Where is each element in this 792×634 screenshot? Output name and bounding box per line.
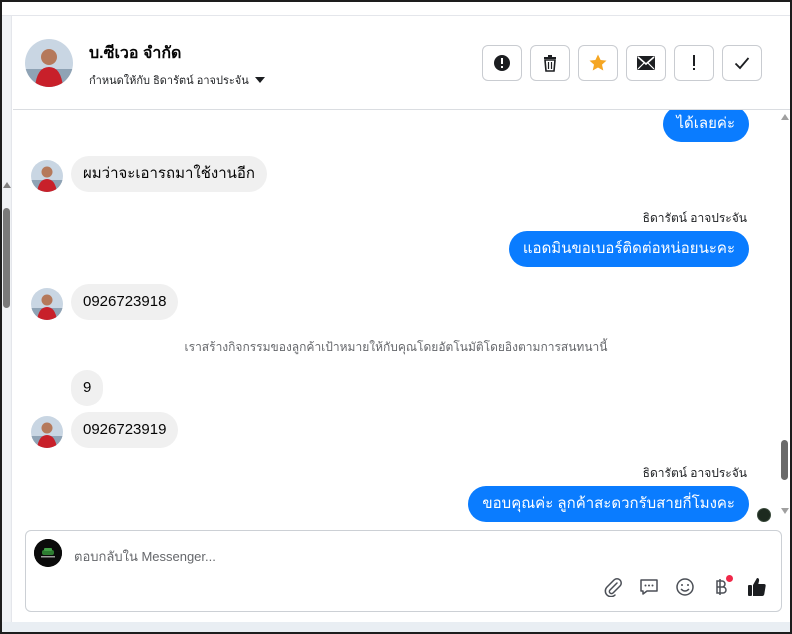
mark-unread-button[interactable]	[626, 45, 666, 81]
scroll-down-arrow-icon[interactable]	[781, 508, 789, 514]
message-outgoing[interactable]: แอดมินขอเบอร์ติดต่อหน่อยนะคะ	[508, 231, 749, 267]
send-like-button[interactable]	[745, 575, 769, 599]
thread-scrollbar-thumb[interactable]	[781, 440, 788, 480]
thread-scrollbar[interactable]	[779, 110, 790, 522]
reply-composer[interactable]: ตอบกลับใน Messenger...	[25, 530, 782, 612]
caret-down-icon	[254, 77, 265, 83]
emoji-button[interactable]	[673, 575, 697, 599]
mark-done-button[interactable]	[722, 45, 762, 81]
assignee-label: กำหนดให้กับ ธิดารัตน์ อาจประจัน	[89, 75, 249, 87]
scroll-up-arrow-icon[interactable]	[3, 182, 11, 188]
contact-mini-avatar	[31, 416, 63, 448]
delete-button[interactable]	[530, 45, 570, 81]
system-notice: เราสร้างกิจกรรมของลูกค้าเป้าหมายให้กับคุ…	[184, 340, 608, 354]
message-outgoing[interactable]: ได้เลยค่ะ	[662, 110, 749, 142]
trash-icon	[544, 55, 556, 72]
seen-receipt-avatar	[757, 508, 771, 522]
paperclip-icon	[604, 578, 622, 597]
message-incoming[interactable]: 0926723919	[71, 412, 179, 448]
left-scrollbar[interactable]	[2, 16, 12, 628]
contact-avatar[interactable]	[25, 39, 73, 87]
contact-mini-avatar	[31, 160, 63, 192]
scroll-up-arrow-icon[interactable]	[781, 114, 789, 120]
saved-replies-button[interactable]	[637, 575, 661, 599]
mark-spam-button[interactable]	[482, 45, 522, 81]
contact-name: บ.ซีเวอ จำกัด	[89, 45, 182, 62]
payment-button[interactable]	[709, 575, 733, 599]
message-thread[interactable]: ได้เลยค่ะ ผมว่าจะเอารถมาใช้งานอีก ธิดารั…	[13, 110, 779, 522]
conversation-header: บ.ซีเวอ จำกัด กำหนดให้กับ ธิดารัตน์ อาจป…	[13, 17, 790, 110]
page-avatar	[34, 539, 62, 567]
header-toolbar	[482, 45, 762, 81]
contact-mini-avatar	[31, 288, 63, 320]
follow-up-button[interactable]	[674, 45, 714, 81]
message-incoming[interactable]: 0926723918	[71, 284, 179, 320]
alert-circle-icon	[494, 55, 510, 71]
star-button[interactable]	[578, 45, 618, 81]
envelope-icon	[637, 56, 655, 70]
sender-name: ธิดารัตน์ อาจประจัน	[642, 211, 747, 225]
sender-name: ธิดารัตน์ อาจประจัน	[642, 466, 747, 480]
top-strip	[2, 2, 790, 16]
chat-bubble-icon	[640, 579, 658, 595]
attach-button[interactable]	[601, 575, 625, 599]
left-scrollbar-thumb[interactable]	[3, 208, 10, 308]
composer-actions	[601, 575, 769, 599]
message-incoming[interactable]: 9	[71, 370, 104, 406]
bottom-strip	[2, 622, 790, 632]
notification-dot	[726, 575, 733, 582]
message-incoming[interactable]: ผมว่าจะเอารถมาใช้งานอีก	[71, 156, 267, 192]
thumbs-up-icon	[748, 578, 766, 596]
check-icon	[734, 57, 750, 70]
star-icon	[589, 54, 607, 71]
assignee-dropdown[interactable]: กำหนดให้กับ ธิดารัตน์ อาจประจัน	[89, 71, 265, 89]
message-outgoing[interactable]: ขอบคุณค่ะ ลูกค้าสะดวกรับสายกี่โมงคะ	[468, 486, 749, 522]
reply-input[interactable]: ตอบกลับใน Messenger...	[74, 546, 216, 567]
exclamation-icon	[693, 55, 695, 70]
emoji-icon	[676, 578, 694, 596]
